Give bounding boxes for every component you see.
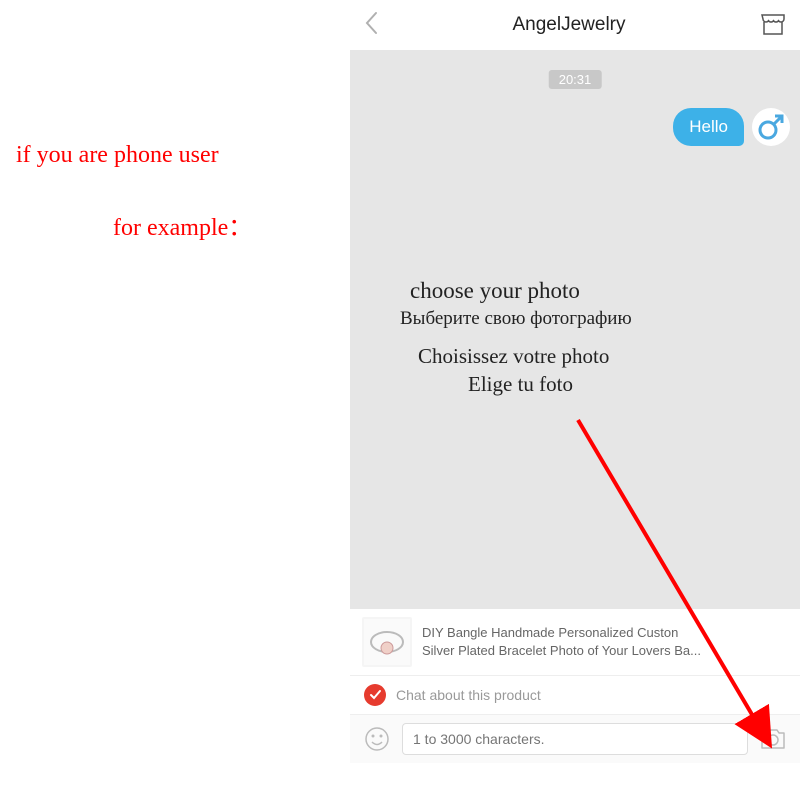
- overlay-text-ru: Выберите свою фотографию: [400, 308, 632, 330]
- product-title-line1: DIY Bangle Handmade Personalized Custon: [422, 624, 788, 642]
- chat-header: AngelJewelry: [350, 0, 800, 50]
- overlay-text-fr: Choisissez votre photo: [418, 344, 609, 369]
- product-thumbnail: [362, 617, 412, 667]
- chat-about-label: Chat about this product: [396, 687, 541, 703]
- camera-icon[interactable]: [758, 724, 788, 754]
- store-icon[interactable]: [760, 13, 786, 37]
- back-icon[interactable]: [364, 11, 378, 39]
- phone-screen: AngelJewelry 20:31 Hello choose your pho…: [350, 0, 800, 800]
- message-row: Hello: [673, 108, 790, 146]
- overlay-text-es: Elige tu foto: [468, 372, 573, 397]
- product-row[interactable]: DIY Bangle Handmade Personalized Custon …: [350, 609, 800, 676]
- chat-title: AngelJewelry: [513, 14, 626, 36]
- chat-about-row[interactable]: Chat about this product: [350, 676, 800, 715]
- annotation-text-1: if you are phone user: [16, 142, 219, 169]
- avatar[interactable]: [752, 108, 790, 146]
- chat-area: 20:31 Hello choose your photo Выберите с…: [350, 50, 800, 609]
- message-bubble: Hello: [673, 108, 744, 146]
- product-info: DIY Bangle Handmade Personalized Custon …: [422, 624, 788, 660]
- timestamp-badge: 20:31: [549, 70, 602, 89]
- annotation-text-2: for example：: [113, 207, 252, 242]
- overlay-text-en: choose your photo: [410, 278, 580, 304]
- check-icon: [364, 684, 386, 706]
- product-title-line2: Silver Plated Bracelet Photo of Your Lov…: [422, 642, 788, 660]
- message-input[interactable]: [402, 723, 748, 755]
- emoji-icon[interactable]: [362, 724, 392, 754]
- input-row: [350, 715, 800, 763]
